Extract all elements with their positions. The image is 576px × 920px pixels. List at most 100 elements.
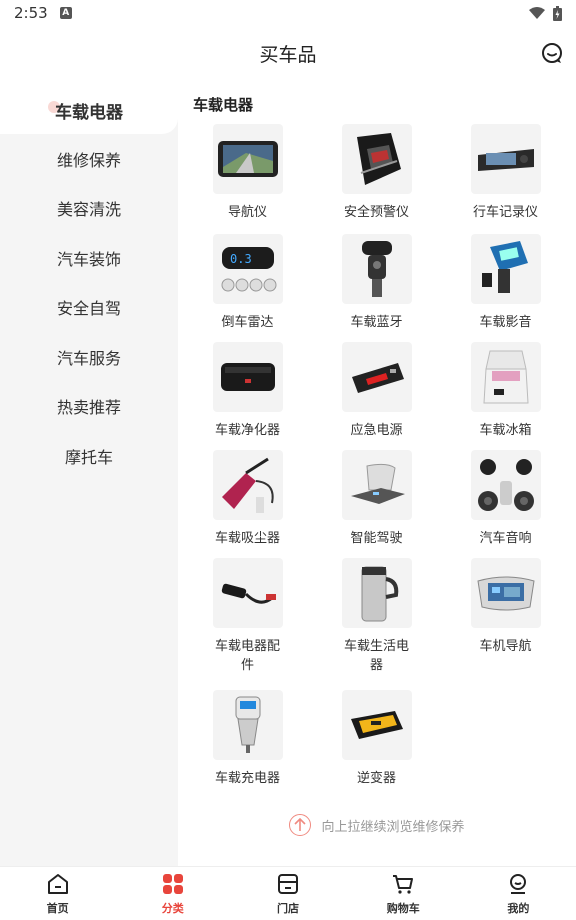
- tab-cart[interactable]: 购物车: [346, 867, 461, 920]
- svg-text:0.3: 0.3: [230, 252, 252, 266]
- product-label: 车机导航: [479, 639, 532, 654]
- car-speakers-icon: [470, 450, 541, 520]
- bottom-tab-bar: 首页 分类 门店 购物车 我的: [0, 866, 576, 920]
- product-label: 车载影音: [479, 315, 532, 330]
- car-fridge-icon: [470, 342, 541, 412]
- tab-label: 门店: [277, 901, 299, 915]
- product-item-av[interactable]: 车载影音: [441, 234, 570, 342]
- sidebar-item-label: 维修保养: [56, 150, 121, 170]
- sidebar-item-maintenance[interactable]: 维修保养: [0, 134, 178, 184]
- product-item-head-unit[interactable]: 车机导航: [441, 558, 570, 690]
- product-label: 应急电源: [350, 423, 403, 438]
- sidebar-item-label: 汽车服务: [56, 348, 121, 368]
- sidebar-item-motorcycle[interactable]: 摩托车: [0, 431, 178, 481]
- product-item-purifier[interactable]: 车载净化器: [183, 342, 312, 450]
- tab-label: 购物车: [386, 901, 420, 915]
- charger-cable-icon: [212, 558, 283, 628]
- sidebar-item-hot-sale[interactable]: 热卖推荐: [0, 382, 178, 432]
- profile-icon: [510, 873, 527, 894]
- product-label: 汽车音响: [479, 531, 532, 546]
- page-header: 买车品: [0, 26, 576, 80]
- category-sidebar: 车载电器 维修保养 美容清洗 汽车装饰 安全自驾 汽车服务 热卖推荐 摩托车: [0, 86, 178, 866]
- sidebar-item-label: 汽车装饰: [56, 249, 121, 269]
- product-item-parking-sensor[interactable]: 0.3 倒车雷达: [183, 234, 312, 342]
- product-item-fridge[interactable]: 车载冰箱: [441, 342, 570, 450]
- sidebar-item-car-service[interactable]: 汽车服务: [0, 332, 178, 382]
- product-label: 逆变器: [356, 771, 396, 786]
- product-item-smart-driving[interactable]: 智能驾驶: [312, 450, 441, 558]
- radar-detector-icon: [341, 124, 412, 194]
- pull-up-hint: 向上拉继续浏览维修保养: [178, 814, 576, 836]
- section-title: 车载电器: [193, 96, 254, 114]
- page-title: 买车品: [259, 43, 317, 66]
- tab-home[interactable]: 首页: [0, 867, 115, 920]
- product-label: 车载吸尘器: [214, 531, 280, 546]
- status-bar: 2:53 A: [0, 0, 576, 26]
- wifi-icon: [529, 6, 545, 19]
- status-right: [529, 5, 562, 21]
- battery-icon: [553, 5, 562, 21]
- status-time: 2:53: [14, 4, 48, 22]
- tab-label: 我的: [507, 901, 530, 915]
- sidebar-item-car-wash[interactable]: 美容清洗: [0, 184, 178, 234]
- product-item-car-charger[interactable]: 车载充电器: [183, 690, 312, 798]
- power-inverter-icon: [341, 690, 412, 760]
- tab-label: 分类: [161, 901, 184, 915]
- bluetooth-adapter-icon: [341, 234, 412, 304]
- sidebar-item-decoration[interactable]: 汽车装饰: [0, 233, 178, 283]
- product-item-jump-starter[interactable]: 应急电源: [312, 342, 441, 450]
- vacuum-cleaner-icon: [212, 450, 283, 520]
- tab-category[interactable]: 分类: [115, 867, 230, 920]
- sidebar-item-label: 安全自驾: [56, 299, 121, 319]
- fm-transmitter-icon: [470, 234, 541, 304]
- product-label: 车载生活电器: [343, 639, 409, 673]
- sidebar-item-vehicle-electronics[interactable]: 车载电器: [0, 86, 178, 134]
- parking-sensor-icon: 0.3: [212, 234, 283, 304]
- product-item-bluetooth[interactable]: 车载蓝牙: [312, 234, 441, 342]
- product-label: 导航仪: [227, 205, 267, 220]
- product-item-gps[interactable]: 导航仪: [183, 124, 312, 224]
- jump-starter-icon: [341, 342, 412, 412]
- product-label: 车载电器配件: [214, 639, 280, 673]
- pull-hint-text: 向上拉继续浏览维修保养: [321, 819, 465, 835]
- store-icon: [278, 873, 298, 894]
- gps-navigator-icon: [212, 124, 283, 194]
- product-item-dashcam[interactable]: 行车记录仪: [441, 124, 570, 224]
- product-label: 倒车雷达: [221, 315, 274, 330]
- cart-icon: [393, 874, 414, 894]
- tab-profile[interactable]: 我的: [461, 867, 576, 920]
- tab-store[interactable]: 门店: [230, 867, 345, 920]
- category-icon: [162, 873, 183, 894]
- product-label: 智能驾驶: [350, 531, 403, 546]
- sidebar-item-label: 摩托车: [64, 447, 113, 467]
- product-item-accessories[interactable]: 车载电器配件: [183, 558, 312, 690]
- product-item-life-appliances[interactable]: 车载生活电器: [312, 558, 441, 690]
- arrow-up-icon: [289, 814, 312, 836]
- notification-icon: A: [59, 7, 72, 19]
- head-unit-icon: [470, 558, 541, 628]
- product-item-inverter[interactable]: 逆变器: [312, 690, 441, 798]
- sidebar-item-label: 美容清洗: [56, 200, 121, 220]
- hud-display-icon: [341, 450, 412, 520]
- product-label: 车载净化器: [214, 423, 280, 438]
- car-charger-icon: [212, 690, 283, 760]
- product-label: 车载冰箱: [479, 423, 532, 438]
- customer-service-icon[interactable]: [540, 41, 564, 65]
- sidebar-item-safe-driving[interactable]: 安全自驾: [0, 283, 178, 333]
- product-label: 车载蓝牙: [350, 315, 403, 330]
- product-label: 行车记录仪: [472, 205, 538, 220]
- sidebar-item-label: 车载电器: [55, 102, 123, 123]
- product-item-radar-detector[interactable]: 安全预警仪: [312, 124, 441, 224]
- product-item-speakers[interactable]: 汽车音响: [441, 450, 570, 558]
- product-label: 安全预警仪: [343, 205, 409, 220]
- air-purifier-icon: [212, 342, 283, 412]
- product-item-vacuum[interactable]: 车载吸尘器: [183, 450, 312, 558]
- dashcam-icon: [470, 124, 541, 194]
- category-content: 车载电器 导航仪 安全预警仪 行车记录仪 0.3 倒车雷达 车载蓝牙 车载影音 …: [178, 86, 576, 866]
- tab-label: 首页: [46, 901, 69, 915]
- home-icon: [47, 873, 68, 894]
- heated-mug-icon: [341, 558, 412, 628]
- product-grid: 导航仪 安全预警仪 行车记录仪 0.3 倒车雷达 车载蓝牙 车载影音 车载净化器…: [178, 124, 576, 798]
- sidebar-item-label: 热卖推荐: [56, 398, 121, 418]
- product-label: 车载充电器: [214, 771, 280, 786]
